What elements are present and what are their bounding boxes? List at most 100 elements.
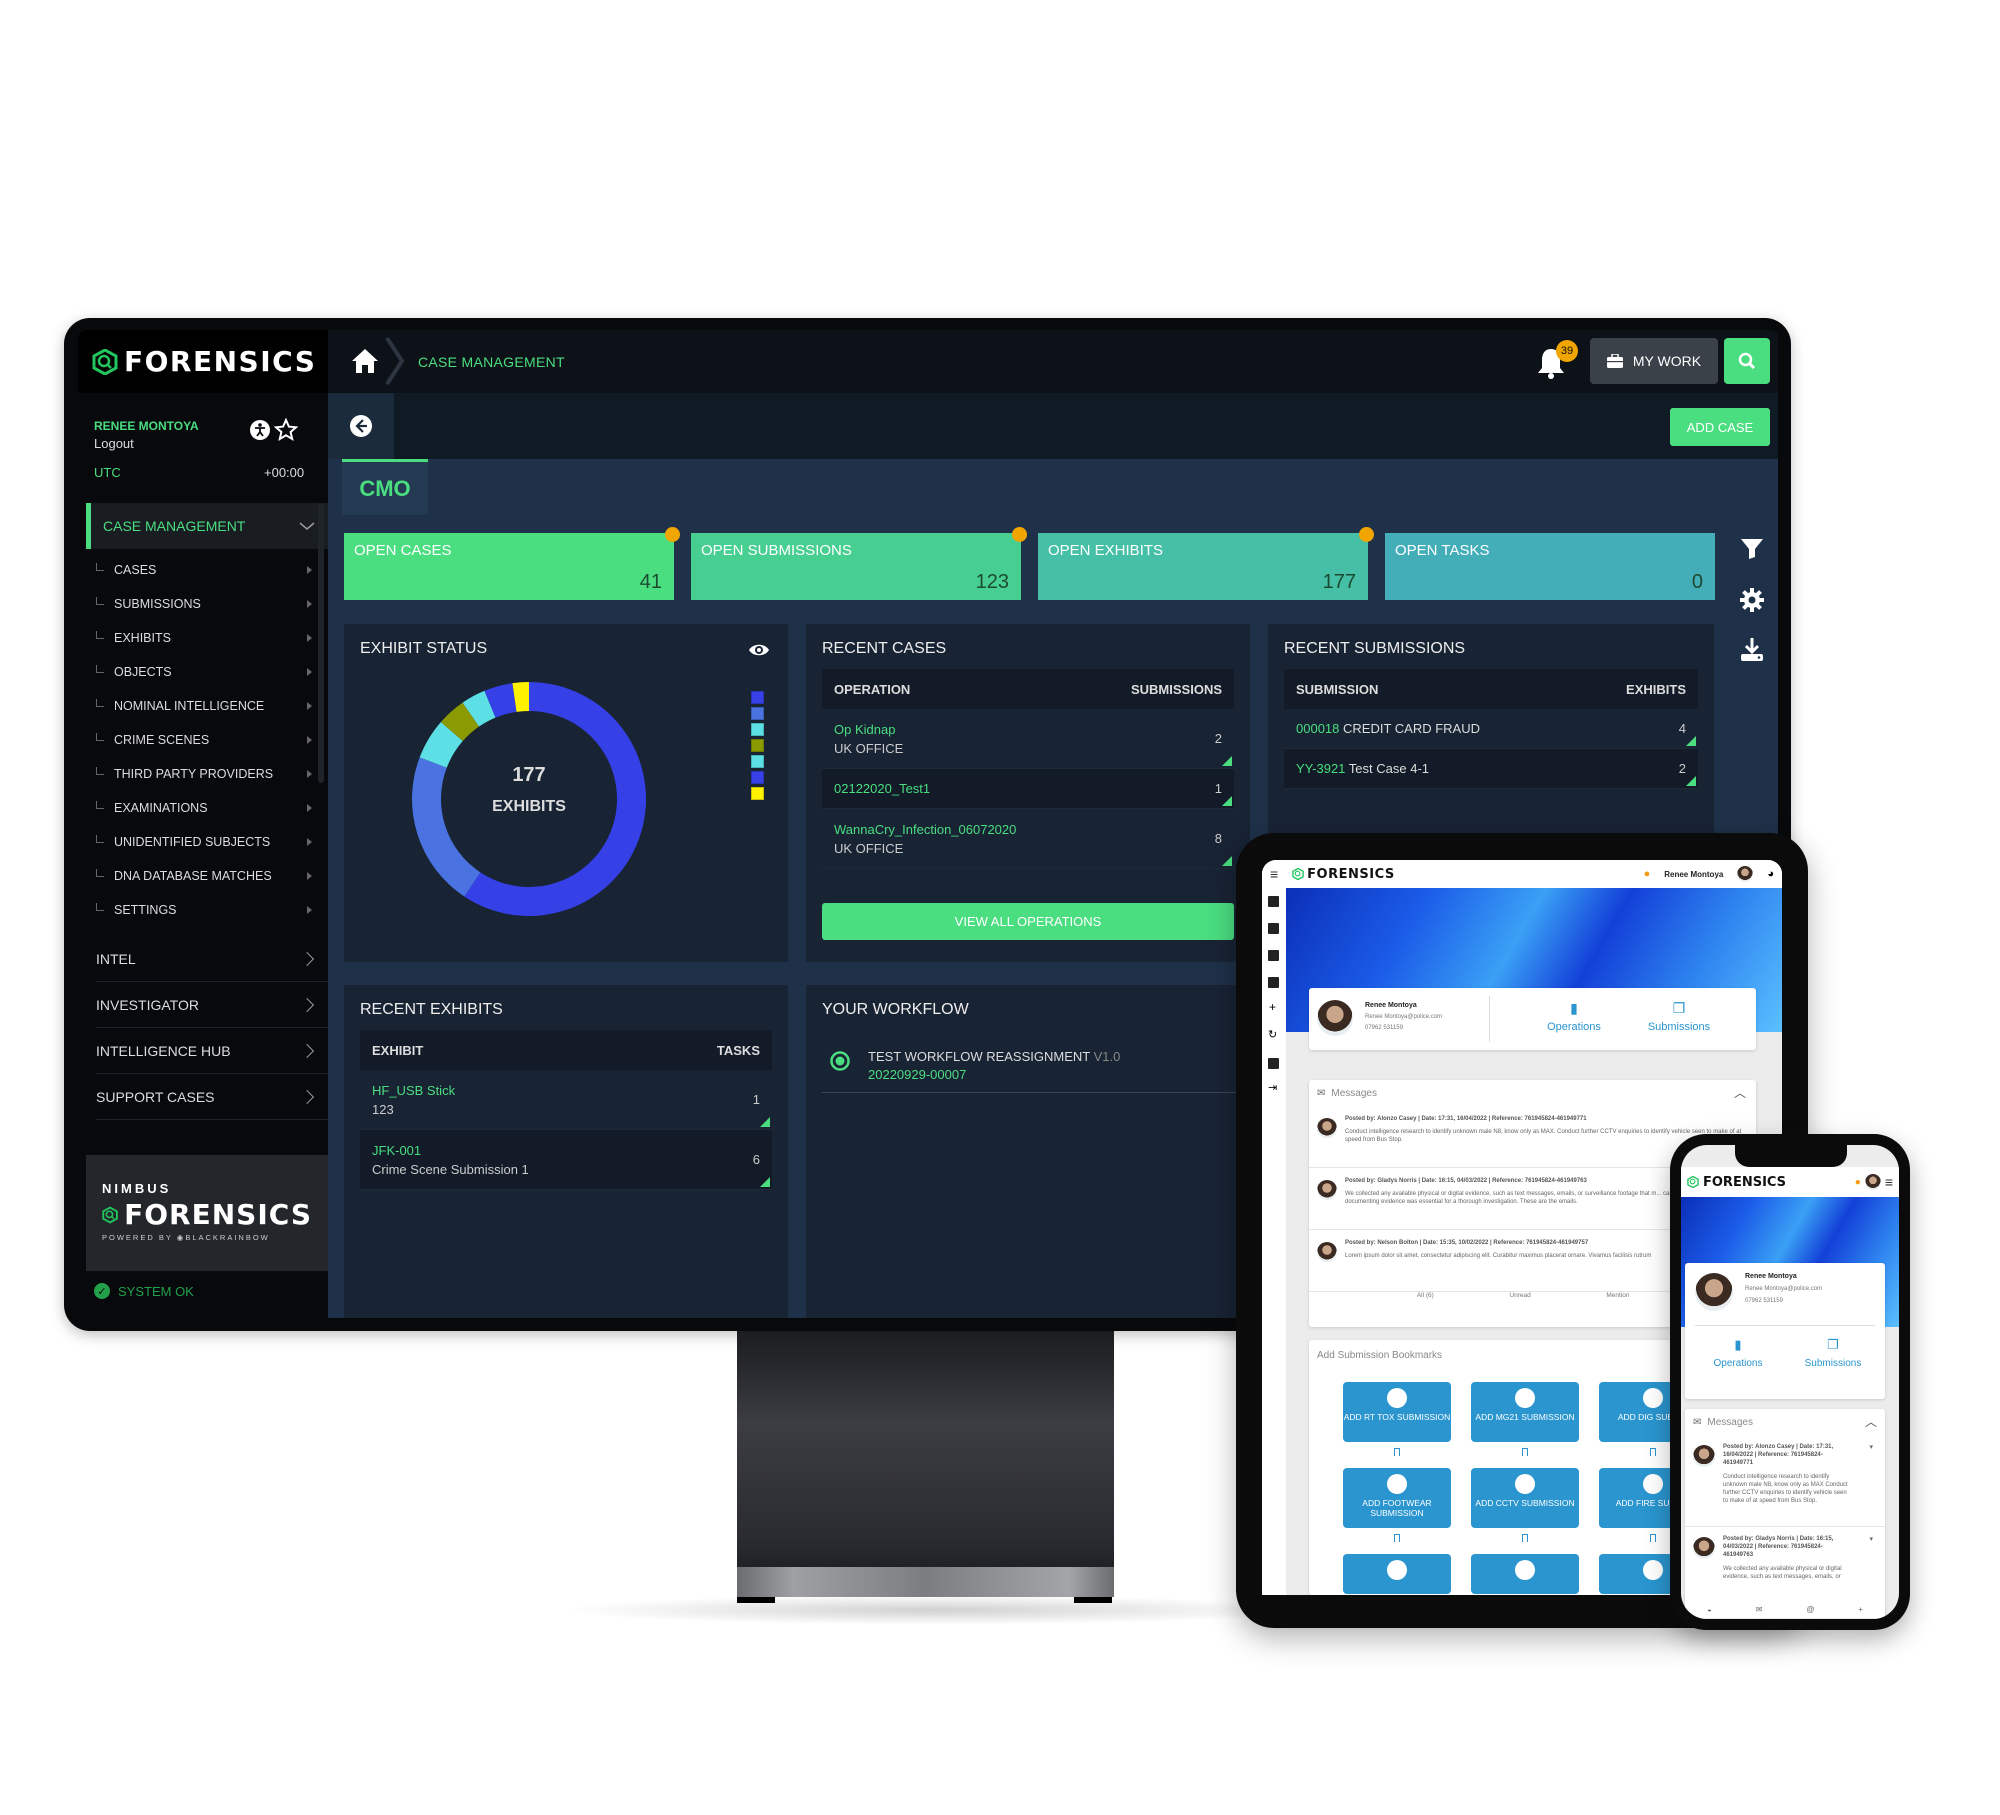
bookmark-button[interactable]: ADD MG21 SUBMISSION (1471, 1382, 1579, 1442)
expand-corner-icon[interactable] (760, 1117, 770, 1127)
gear-icon[interactable] (1738, 586, 1766, 614)
sidebar-item-submissions[interactable]: SUBMISSIONS (96, 587, 316, 621)
expand-corner-icon[interactable] (1686, 776, 1696, 786)
legend-swatch[interactable] (751, 691, 764, 704)
table-row[interactable]: 000018 CREDIT CARD FRAUD 4 (1284, 709, 1698, 749)
download-icon[interactable] (1738, 636, 1766, 664)
table-row[interactable]: Op Kidnap UK OFFICE 2 (822, 709, 1234, 769)
row-title-link[interactable]: 02122020_Test1 (834, 781, 930, 796)
folder-open-icon[interactable] (1268, 977, 1279, 988)
kpi-card-open-tasks[interactable]: OPEN TASKS 0 (1385, 533, 1715, 600)
hamburger-menu-icon[interactable]: ≡ (1270, 866, 1278, 882)
home-icon[interactable] (350, 347, 380, 375)
submissions-shortcut[interactable]: ❐ Submissions (1785, 1337, 1881, 1371)
hamburger-menu-icon[interactable]: ≡ (1885, 1174, 1893, 1190)
submission-ref[interactable]: 000018 (1296, 721, 1339, 736)
workflow-item[interactable]: TEST WORKFLOW REASSIGNMENT V1.0 20220929… (822, 1045, 1242, 1093)
bookmark-button[interactable]: ADD CCTV SUBMISSION (1471, 1468, 1579, 1528)
palette-icon[interactable]: ◕ (1767, 868, 1774, 880)
sidebar-item-investigator[interactable]: INVESTIGATOR (96, 982, 328, 1028)
envelope-icon[interactable]: ✉ (1756, 1605, 1763, 1619)
table-row[interactable]: 02122020_Test1 1 (822, 769, 1234, 809)
table-row[interactable]: WannaCry_Infection_06072020 UK OFFICE 8 (822, 809, 1234, 869)
kpi-card-open-submissions[interactable]: OPEN SUBMISSIONS 123 (691, 527, 1027, 600)
sidebar-item-support-cases[interactable]: SUPPORT CASES (96, 1074, 328, 1120)
sidebar-item-examinations[interactable]: EXAMINATIONS (96, 791, 316, 825)
accessibility-icon[interactable] (250, 420, 270, 440)
sidebar-item-intelligence-hub[interactable]: INTELLIGENCE HUB (96, 1028, 328, 1074)
messages-header[interactable]: ✉ Messages (1317, 1088, 1377, 1099)
bell-icon[interactable]: ● (1855, 1177, 1861, 1188)
my-work-button[interactable]: MY WORK (1590, 338, 1718, 384)
chevron-up-icon[interactable]: ︿ (1734, 1084, 1746, 1101)
row-title-link[interactable]: JFK-001 (372, 1143, 529, 1158)
bookmark-icon[interactable] (1394, 1448, 1400, 1456)
bookmark-button[interactable]: ADD RT TOX SUBMISSION (1343, 1382, 1451, 1442)
avatar[interactable] (1737, 866, 1754, 882)
sync-icon[interactable]: ↻ (1268, 1028, 1277, 1041)
bookmark-button[interactable] (1471, 1554, 1579, 1594)
bookmark-icon[interactable] (1650, 1534, 1656, 1542)
bookmark-icon[interactable] (1394, 1534, 1400, 1542)
sign-in-icon[interactable]: ⇥ (1268, 1081, 1277, 1094)
row-title-link[interactable]: WannaCry_Infection_06072020 (834, 822, 1016, 837)
breadcrumb[interactable]: CASE MANAGEMENT (418, 354, 565, 370)
folder-icon[interactable] (1268, 923, 1279, 934)
messages-header[interactable]: ✉ Messages (1693, 1417, 1753, 1428)
expand-corner-icon[interactable] (1222, 756, 1232, 766)
file-import-icon[interactable] (1268, 1058, 1279, 1069)
table-row[interactable]: JFK-001 Crime Scene Submission 1 6 (360, 1130, 772, 1190)
legend-swatch[interactable] (751, 755, 764, 768)
sidebar-item-intel[interactable]: INTEL (96, 936, 328, 982)
legend-swatch[interactable] (751, 723, 764, 736)
kpi-card-open-cases[interactable]: OPEN CASES 41 (344, 527, 680, 600)
sidebar-item-unidentified-subjects[interactable]: UNIDENTIFIED SUBJECTS (96, 825, 316, 859)
bell-icon[interactable]: ● (1644, 868, 1651, 880)
legend-swatch[interactable] (751, 787, 764, 800)
table-row[interactable]: HF_USB Stick 123 1 (360, 1070, 772, 1130)
at-icon[interactable]: @ (1806, 1605, 1814, 1619)
expand-corner-icon[interactable] (1222, 856, 1232, 866)
bookmark-icon[interactable] (1650, 1448, 1656, 1456)
logo[interactable]: FORENSICS (78, 330, 328, 393)
submissions-shortcut[interactable]: ❐ Submissions (1629, 1000, 1729, 1035)
sidebar-scrollbar[interactable] (318, 503, 324, 783)
avatar[interactable] (1864, 1174, 1881, 1190)
bookmark-button[interactable]: ADD FOOTWEAR SUBMISSION (1343, 1468, 1451, 1528)
plus-icon[interactable]: + (1858, 1605, 1863, 1619)
sidebar-item-settings[interactable]: SETTINGS (96, 893, 316, 927)
bookmark-button[interactable] (1343, 1554, 1451, 1594)
legend-swatch[interactable] (751, 707, 764, 720)
row-title-link[interactable]: Op Kidnap (834, 722, 903, 737)
caret-down-icon[interactable]: ▾ (1869, 1443, 1873, 1451)
chevron-up-icon[interactable]: ︿ (1865, 1413, 1877, 1430)
submission-ref[interactable]: YY-3921 (1296, 761, 1345, 776)
search-button[interactable] (1724, 338, 1770, 384)
bookmark-icon[interactable] (1522, 1448, 1528, 1456)
sidebar-item-exhibits[interactable]: EXHIBITS (96, 621, 316, 655)
sidebar-item-crime-scenes[interactable]: CRIME SCENES (96, 723, 316, 757)
tab-all[interactable]: All (6) (1417, 1292, 1434, 1299)
back-button[interactable] (328, 393, 394, 459)
inbox-icon[interactable]: ◒ (1707, 1605, 1712, 1619)
document-icon[interactable] (1268, 950, 1279, 961)
tab-unread[interactable]: Unread (1509, 1292, 1530, 1299)
table-row[interactable]: YY-3921 Test Case 4-1 2 (1284, 749, 1698, 789)
donut-slice[interactable] (412, 757, 481, 897)
home-icon[interactable] (1268, 896, 1279, 907)
operations-shortcut[interactable]: ▮ Operations (1524, 1000, 1624, 1035)
sidebar-item-nominal-intelligence[interactable]: NOMINAL INTELLIGENCE (96, 689, 316, 723)
kpi-card-open-exhibits[interactable]: OPEN EXHIBITS 177 (1038, 527, 1374, 600)
view-all-operations-button[interactable]: VIEW ALL OPERATIONS (822, 903, 1234, 940)
expand-corner-icon[interactable] (760, 1177, 770, 1187)
row-title-link[interactable]: HF_USB Stick (372, 1083, 455, 1098)
sidebar-item-objects[interactable]: OBJECTS (96, 655, 316, 689)
star-icon[interactable] (274, 418, 298, 442)
tab-cmo[interactable]: CMO (342, 459, 428, 515)
operations-shortcut[interactable]: ▮ Operations (1693, 1337, 1783, 1371)
logout-link[interactable]: Logout (94, 436, 134, 451)
filter-icon[interactable] (1738, 535, 1766, 563)
caret-down-icon[interactable]: ▾ (1869, 1535, 1873, 1543)
sidebar-section-case-management[interactable]: CASE MANAGEMENT (86, 503, 328, 549)
sidebar-item-cases[interactable]: CASES (96, 553, 316, 587)
